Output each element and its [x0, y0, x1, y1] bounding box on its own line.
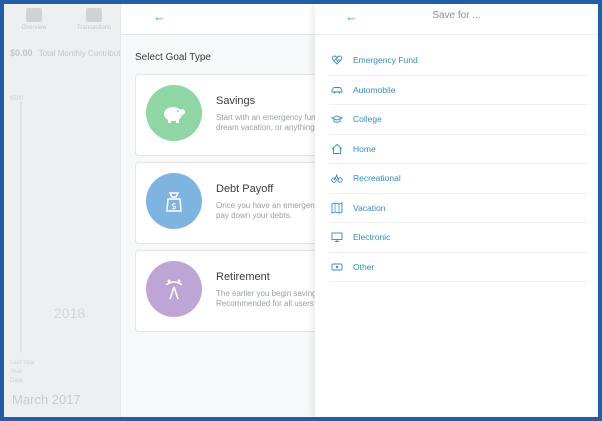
timeline-year: 2018: [54, 305, 86, 321]
list-item-automobile[interactable]: Automobile: [329, 76, 587, 105]
timeline-line: [20, 102, 22, 352]
goal-name: Retirement: [216, 271, 270, 283]
nav-label: Transactions: [76, 25, 112, 31]
svg-text:$: $: [171, 202, 177, 212]
graduation-cap-icon: [331, 115, 343, 123]
list-icon: [86, 8, 102, 22]
axis-label: Last Year: [10, 360, 36, 366]
save-for-header: ← Save for ...: [315, 4, 598, 35]
list-item-other[interactable]: Other: [329, 253, 587, 282]
save-for-panel: ← Save for ... Emergency Fund Automobile…: [315, 4, 598, 417]
axis-label: Year: [10, 369, 23, 375]
goal-card-savings[interactable]: Savings Start with an emergency fund dre…: [135, 74, 337, 156]
list-item-vacation[interactable]: Vacation: [329, 194, 587, 223]
total-amount: $0.00: [10, 48, 33, 58]
house-icon: [331, 143, 343, 154]
nav-item-transactions: Transactions: [64, 4, 124, 38]
goal-name: Debt Payoff: [216, 183, 274, 195]
goal-type-header: ←: [121, 4, 321, 35]
bicycle-icon: [331, 174, 343, 183]
goal-type-panel: ← Select Goal Type Savings Start with an…: [120, 4, 337, 417]
monitor-icon: [331, 232, 343, 243]
list-item-label: Vacation: [353, 202, 386, 213]
list-item-label: Other: [353, 261, 375, 272]
back-arrow-icon[interactable]: ←: [153, 9, 166, 24]
axis-label: Date: [10, 378, 23, 384]
goal-card-retirement[interactable]: Retirement The earlier you begin saving …: [135, 250, 337, 332]
app-frame: Overview Transactions $0.00 Total Monthl…: [4, 4, 598, 417]
list-item-label: Recreational: [353, 173, 401, 184]
nav-label: Overview: [21, 25, 47, 31]
list-item-college[interactable]: College: [329, 105, 587, 135]
list-item-emergency-fund[interactable]: Emergency Fund: [329, 46, 587, 76]
goal-card-debt-payoff[interactable]: $ Debt Payoff Once you have an emergency…: [135, 162, 337, 244]
money-bag-icon: $: [146, 173, 202, 229]
list-item-label: Electronic: [353, 232, 391, 243]
list-item-label: Emergency Fund: [353, 55, 418, 66]
list-item-label: College: [353, 114, 382, 125]
list-item-electronic[interactable]: Electronic: [329, 223, 587, 253]
save-for-title: Save for ...: [432, 10, 481, 21]
goal-type-title: Select Goal Type: [135, 52, 211, 63]
background-nav: Overview Transactions: [4, 4, 124, 38]
goal-name: Savings: [216, 95, 256, 107]
piggy-bank-icon: [146, 85, 202, 141]
briefcase-icon: [26, 8, 42, 22]
background-app: Overview Transactions $0.00 Total Monthl…: [4, 4, 135, 417]
map-icon: [331, 202, 343, 214]
nav-item-overview: Overview: [4, 4, 64, 38]
list-item-label: Automobile: [353, 84, 396, 95]
save-for-list: Emergency Fund Automobile College Home R…: [329, 46, 587, 282]
list-item-label: Home: [353, 143, 376, 154]
timeline-month: March 2017: [12, 392, 81, 407]
car-icon: [331, 86, 343, 94]
palm-tree-icon: [146, 261, 202, 317]
list-item-recreational[interactable]: Recreational: [329, 164, 587, 194]
tag-icon: [331, 263, 343, 271]
heart-pulse-icon: [331, 55, 343, 65]
list-item-home[interactable]: Home: [329, 135, 587, 164]
total-contributions: $0.00 Total Monthly Contributions: [10, 48, 135, 58]
